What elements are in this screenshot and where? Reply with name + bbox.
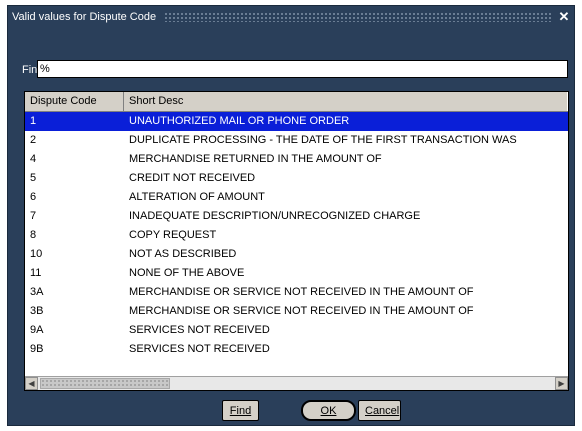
cell-short-desc: ALTERATION OF AMOUNT bbox=[129, 191, 265, 203]
table-row[interactable]: 9A SERVICES NOT RECEIVED bbox=[25, 321, 568, 340]
cell-short-desc: SERVICES NOT RECEIVED bbox=[129, 343, 270, 355]
cell-dispute-code: 1 bbox=[30, 115, 37, 127]
cell-short-desc: MERCHANDISE OR SERVICE NOT RECEIVED IN T… bbox=[129, 305, 474, 317]
table-row[interactable]: 10 NOT AS DESCRIBED bbox=[25, 245, 568, 264]
cell-short-desc: COPY REQUEST bbox=[129, 229, 217, 241]
scroll-left-icon[interactable]: ◀ bbox=[25, 377, 38, 390]
scroll-thumb[interactable] bbox=[40, 378, 170, 389]
cancel-button[interactable]: Cancel bbox=[358, 400, 401, 421]
title-grip bbox=[164, 11, 551, 22]
cell-short-desc: MERCHANDISE RETURNED IN THE AMOUNT OF bbox=[129, 153, 382, 165]
cell-dispute-code: 5 bbox=[30, 172, 37, 184]
cell-dispute-code: 9B bbox=[30, 343, 44, 355]
cell-dispute-code: 3B bbox=[30, 305, 44, 317]
cell-short-desc: SERVICES NOT RECEIVED bbox=[129, 324, 270, 336]
cell-short-desc: CREDIT NOT RECEIVED bbox=[129, 172, 256, 184]
cell-short-desc: NOT AS DESCRIBED bbox=[129, 248, 237, 260]
find-input[interactable] bbox=[37, 60, 568, 78]
table-row[interactable]: 4 MERCHANDISE RETURNED IN THE AMOUNT OF bbox=[25, 150, 568, 169]
window-title: Valid values for Dispute Code bbox=[12, 10, 157, 23]
table-row[interactable]: 3A MERCHANDISE OR SERVICE NOT RECEIVED IN… bbox=[25, 283, 568, 302]
table-row[interactable]: 11 NONE OF THE ABOVE bbox=[25, 264, 568, 283]
cell-dispute-code: 7 bbox=[30, 210, 37, 222]
cell-short-desc: DUPLICATE PROCESSING - THE DATE OF THE F… bbox=[129, 134, 517, 146]
cell-dispute-code: 2 bbox=[30, 134, 37, 146]
find-button-label: Find bbox=[229, 405, 252, 417]
table-row[interactable]: 3B MERCHANDISE OR SERVICE NOT RECEIVED IN… bbox=[25, 302, 568, 321]
cell-short-desc: MERCHANDISE OR SERVICE NOT RECEIVED IN T… bbox=[129, 286, 474, 298]
cancel-button-label: Cancel bbox=[365, 405, 400, 417]
table-row[interactable]: 2 DUPLICATE PROCESSING - THE DATE OF THE … bbox=[25, 131, 568, 150]
values-list: Dispute Code Short Desc 1 UNAUTHORIZED MA… bbox=[24, 91, 569, 391]
cell-dispute-code: 8 bbox=[30, 229, 37, 241]
cell-dispute-code: 9A bbox=[30, 324, 44, 336]
cell-dispute-code: 4 bbox=[30, 153, 37, 165]
table-row[interactable]: 9B SERVICES NOT RECEIVED bbox=[25, 340, 568, 359]
table-row[interactable]: 7 INADEQUATE DESCRIPTION/UNRECOGNIZED CHA… bbox=[25, 207, 568, 226]
table-row[interactable]: 5 CREDIT NOT RECEIVED bbox=[25, 169, 568, 188]
table-row[interactable]: 1 UNAUTHORIZED MAIL OR PHONE ORDER bbox=[25, 112, 568, 131]
scroll-right-icon[interactable]: ▶ bbox=[555, 377, 568, 390]
cell-short-desc: NONE OF THE ABOVE bbox=[129, 267, 245, 279]
cell-short-desc: INADEQUATE DESCRIPTION/UNRECOGNIZED CHAR… bbox=[129, 210, 421, 222]
horizontal-scrollbar[interactable]: ◀ ▶ bbox=[25, 376, 568, 390]
table-row[interactable]: 6 ALTERATION OF AMOUNT bbox=[25, 188, 568, 207]
cell-dispute-code: 10 bbox=[30, 248, 43, 260]
lov-dialog: Valid values for Dispute Code ✕ Find Dis… bbox=[7, 5, 575, 426]
ok-button-label: OK bbox=[320, 405, 337, 417]
find-button[interactable]: Find bbox=[222, 400, 259, 421]
close-icon[interactable]: ✕ bbox=[557, 9, 571, 24]
cell-dispute-code: 6 bbox=[30, 191, 37, 203]
list-rows: 1 UNAUTHORIZED MAIL OR PHONE ORDER 2 DUPLIC… bbox=[25, 112, 568, 359]
list-header: Dispute Code Short Desc bbox=[25, 92, 568, 112]
cell-dispute-code: 11 bbox=[30, 267, 42, 279]
ok-button[interactable]: OK bbox=[301, 400, 356, 421]
column-header-short-desc[interactable]: Short Desc bbox=[124, 92, 568, 111]
title-bar[interactable]: Valid values for Dispute Code ✕ bbox=[8, 6, 574, 27]
cell-short-desc: UNAUTHORIZED MAIL OR PHONE ORDER bbox=[129, 115, 350, 127]
cell-dispute-code: 3A bbox=[30, 286, 44, 298]
table-row[interactable]: 8 COPY REQUEST bbox=[25, 226, 568, 245]
column-header-dispute-code[interactable]: Dispute Code bbox=[25, 92, 124, 111]
